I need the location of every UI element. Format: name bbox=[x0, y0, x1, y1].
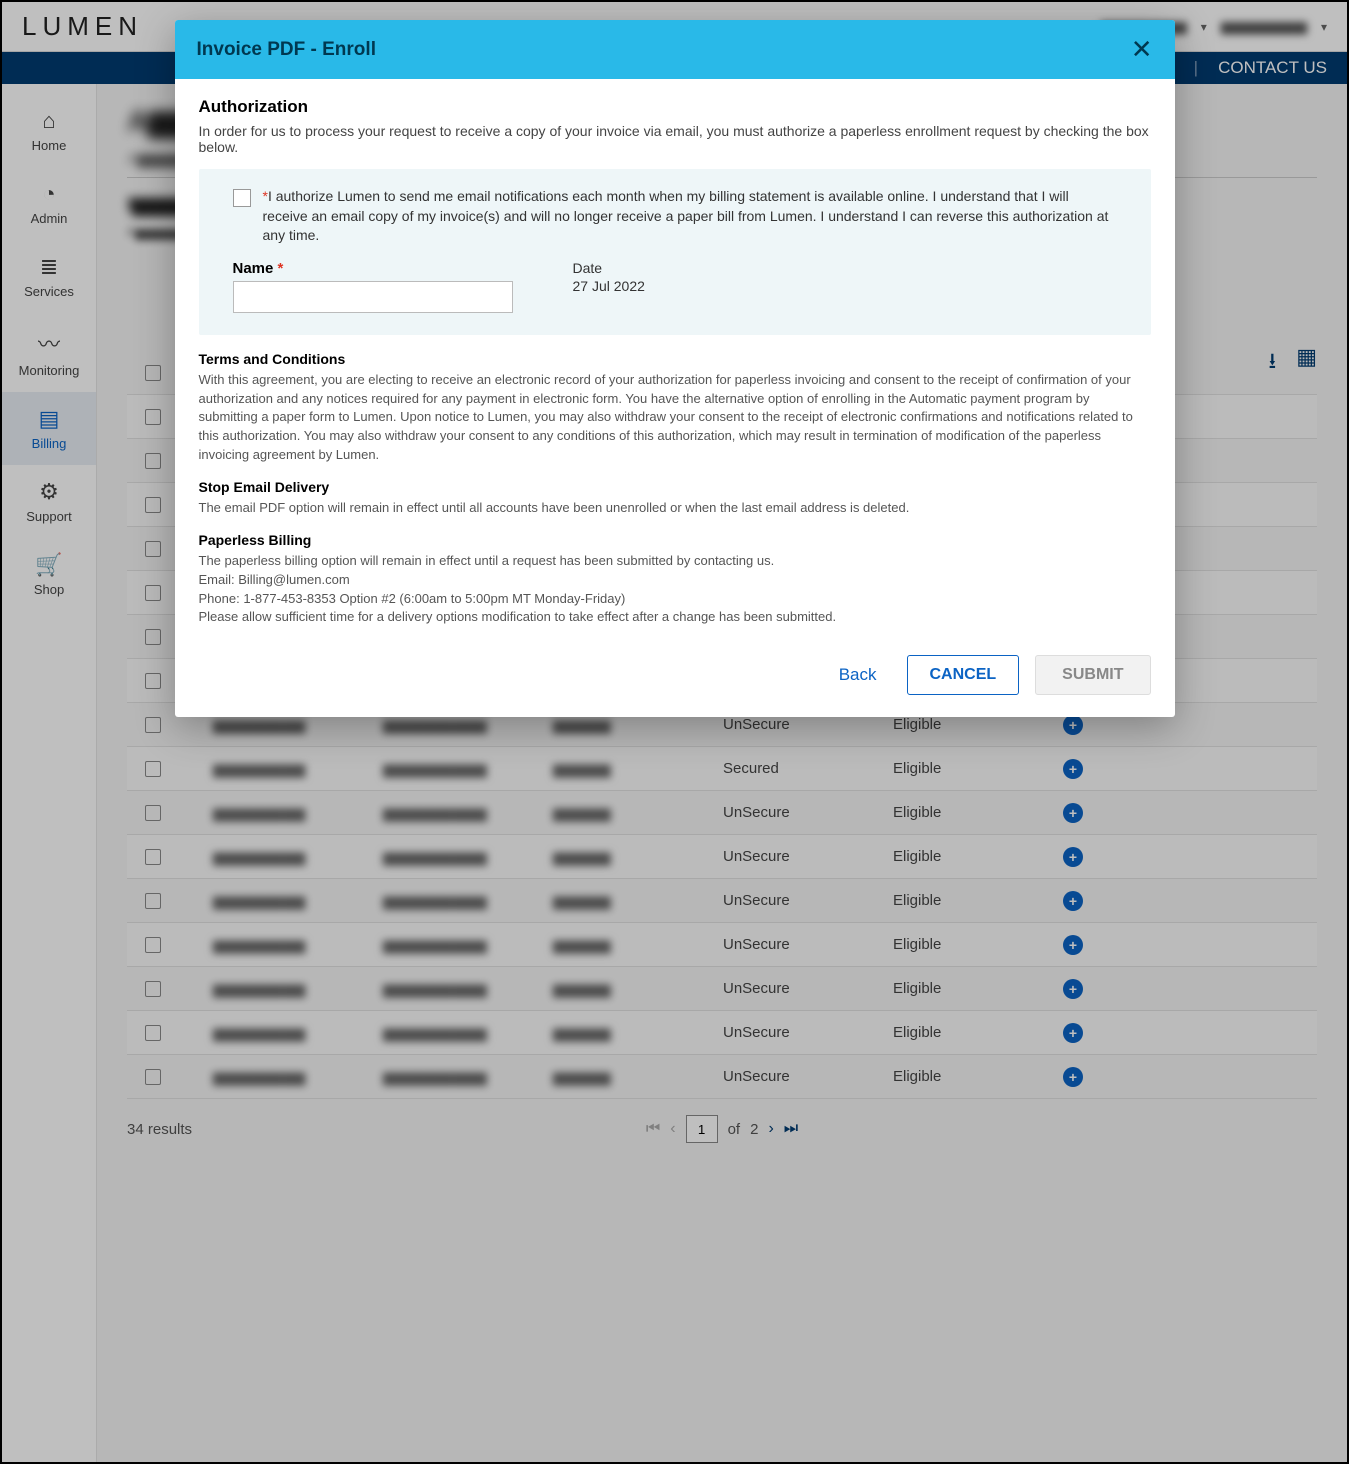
name-column: Name * bbox=[233, 260, 513, 313]
stop-body: The email PDF option will remain in effe… bbox=[199, 499, 1151, 518]
close-icon[interactable]: ✕ bbox=[1131, 34, 1153, 65]
paperless-line-3: Phone: 1-877-453-8353 Option #2 (6:00am … bbox=[199, 590, 1151, 609]
date-label: Date bbox=[573, 260, 645, 276]
terms-title: Terms and Conditions bbox=[199, 351, 1151, 367]
paperless-body: The paperless billing option will remain… bbox=[199, 552, 1151, 627]
modal-footer: Back CANCEL SUBMIT bbox=[175, 651, 1175, 717]
back-button[interactable]: Back bbox=[825, 655, 891, 695]
paperless-line-1: The paperless billing option will remain… bbox=[199, 552, 1151, 571]
modal-header: Invoice PDF - Enroll ✕ bbox=[175, 20, 1175, 79]
modal-title: Invoice PDF - Enroll bbox=[197, 39, 376, 61]
consent-text: *I authorize Lumen to send me email noti… bbox=[263, 187, 1117, 246]
paperless-line-4: Please allow sufficient time for a deliv… bbox=[199, 608, 1151, 627]
modal-body: Authorization In order for us to process… bbox=[175, 79, 1175, 651]
consent-row: *I authorize Lumen to send me email noti… bbox=[233, 187, 1117, 246]
name-input[interactable] bbox=[233, 281, 513, 313]
auth-heading: Authorization bbox=[199, 97, 1151, 117]
date-column: Date 27 Jul 2022 bbox=[573, 260, 645, 294]
cancel-button[interactable]: CANCEL bbox=[907, 655, 1020, 695]
paperless-title: Paperless Billing bbox=[199, 532, 1151, 548]
terms-body: With this agreement, you are electing to… bbox=[199, 371, 1151, 465]
submit-button: SUBMIT bbox=[1035, 655, 1150, 695]
name-date-row: Name * Date 27 Jul 2022 bbox=[233, 260, 1117, 313]
consent-text-content: I authorize Lumen to send me email notif… bbox=[263, 188, 1109, 243]
consent-checkbox[interactable] bbox=[233, 189, 251, 207]
enroll-modal: Invoice PDF - Enroll ✕ Authorization In … bbox=[175, 20, 1175, 717]
auth-box: * I authorize Lumen to send me email noti… bbox=[199, 169, 1151, 335]
stop-title: Stop Email Delivery bbox=[199, 479, 1151, 495]
date-value: 27 Jul 2022 bbox=[573, 278, 645, 294]
name-label: Name * bbox=[233, 260, 513, 277]
auth-subtext: In order for us to process your request … bbox=[199, 123, 1151, 155]
paperless-line-2: Email: Billing@lumen.com bbox=[199, 571, 1151, 590]
required-asterisk: * bbox=[278, 260, 284, 277]
